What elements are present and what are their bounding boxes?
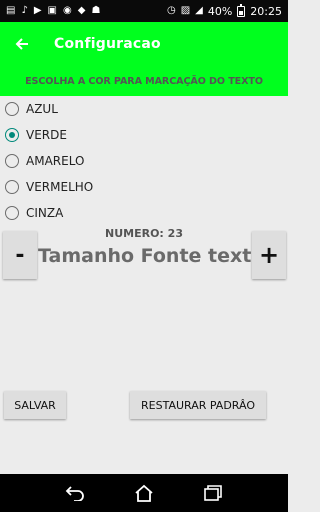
radio-option-cinza[interactable]: CINZA <box>0 200 288 226</box>
notification-icons: ▤ ♪ ▶ ▣ ◉ ◆ ☗ <box>6 6 167 16</box>
radio-button[interactable] <box>5 180 19 194</box>
page-title: Configuracao <box>54 36 161 52</box>
radio-button[interactable] <box>5 206 19 220</box>
video-icon: ▶ <box>33 5 42 16</box>
increase-font-button[interactable]: + <box>252 231 286 279</box>
radio-label: AMARELO <box>26 154 85 168</box>
radio-button[interactable] <box>5 102 19 116</box>
radio-option-azul[interactable]: AZUL <box>0 96 288 122</box>
radio-label: AZUL <box>26 102 58 116</box>
back-arrow-icon[interactable] <box>14 36 30 52</box>
system-status: ◷ ▨ ◢ 40% 20:25 <box>166 3 282 18</box>
clock: 20:25 <box>250 4 282 18</box>
music-icon: ♪ <box>21 5 28 16</box>
sms-icon: ▤ <box>6 5 16 16</box>
recent-apps-icon[interactable] <box>201 483 225 503</box>
color-radio-group: AZUL VERDE AMARELO VERMELHO CINZA <box>0 96 288 226</box>
signal-off-icon: ▨ <box>180 5 191 16</box>
messenger-icon: ◉ <box>63 5 72 16</box>
battery-icon <box>237 3 246 17</box>
radio-option-vermelho[interactable]: VERMELHO <box>0 174 288 200</box>
radio-button-checked[interactable] <box>5 128 19 142</box>
radio-option-verde[interactable]: VERDE <box>0 122 288 148</box>
status-bar: ▤ ♪ ▶ ▣ ◉ ◆ ☗ ◷ ▨ ◢ 40% 20:25 <box>0 0 288 22</box>
radio-label: CINZA <box>26 206 64 220</box>
android-icon: ☗ <box>91 5 101 16</box>
radio-label: VERDE <box>26 128 67 142</box>
color-section-header: ESCOLHA A COR PARA MARCAÇÃO DO TEXTO <box>0 66 288 96</box>
shield-icon: ◆ <box>77 5 86 16</box>
radio-option-amarelo[interactable]: AMARELO <box>0 148 288 174</box>
cellular-signal-icon: ◢ <box>195 5 203 16</box>
radio-button[interactable] <box>5 154 19 168</box>
save-button[interactable]: SALVAR <box>4 391 66 419</box>
image-icon: ▣ <box>47 5 57 16</box>
navigation-bar <box>0 474 288 512</box>
font-size-label: Tamanho Fonte texto <box>38 245 265 267</box>
battery-percent: 40% <box>207 4 233 18</box>
app-bar: Configuracao <box>0 22 288 66</box>
font-size-number: NUMERO: 23 <box>105 227 183 240</box>
decrease-font-button[interactable]: - <box>3 231 37 279</box>
alarm-icon: ◷ <box>166 5 176 16</box>
back-nav-icon[interactable] <box>63 483 87 503</box>
radio-label: VERMELHO <box>26 180 94 194</box>
restore-defaults-button[interactable]: RESTAURAR PADRÂO <box>130 391 266 419</box>
home-icon[interactable] <box>132 483 156 503</box>
